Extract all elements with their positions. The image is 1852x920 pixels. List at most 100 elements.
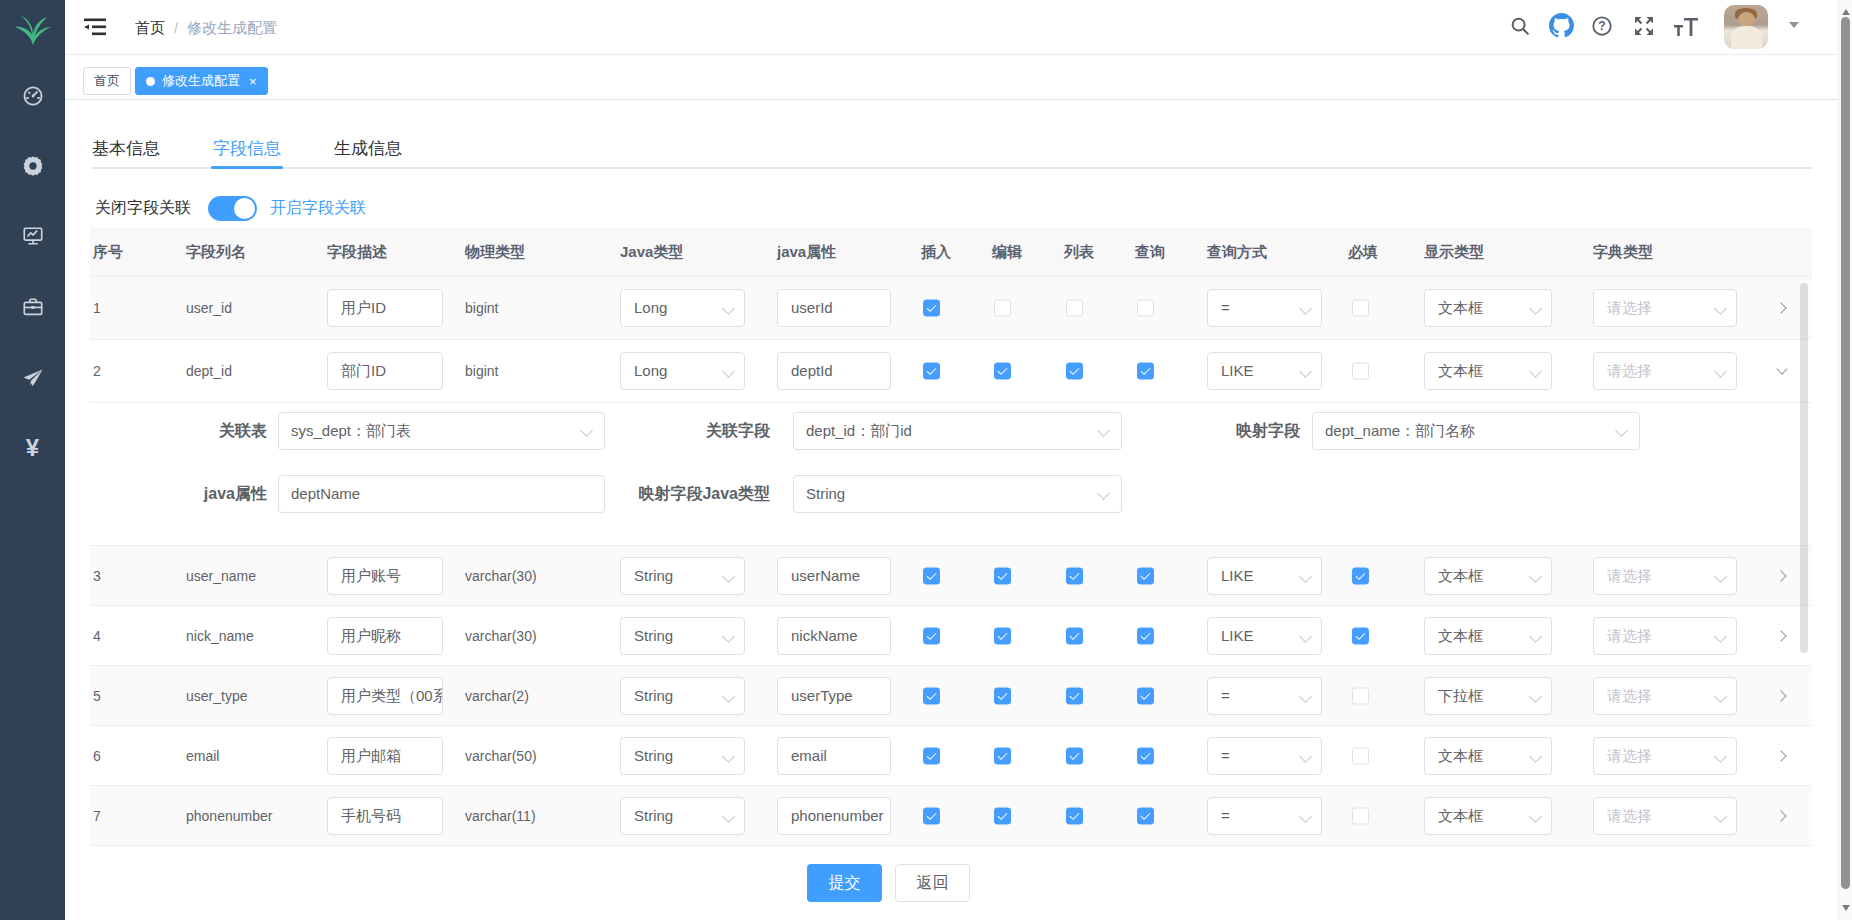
table-scrollbar-thumb[interactable] xyxy=(1800,283,1808,653)
display-type-select[interactable]: 文本框 xyxy=(1424,797,1552,835)
desc-input[interactable]: 用户邮箱 xyxy=(327,737,443,775)
required-checkbox[interactable] xyxy=(1352,567,1369,584)
query-type-select[interactable]: LIKE xyxy=(1207,557,1322,595)
sidebar-item-pay[interactable]: ¥ xyxy=(26,434,39,462)
sidebar-fold-icon[interactable] xyxy=(82,14,108,40)
java-type-select[interactable]: String xyxy=(620,737,745,775)
required-checkbox[interactable] xyxy=(1352,363,1369,380)
sidebar-item-dashboard[interactable] xyxy=(22,85,44,107)
dict-type-select[interactable]: 请选择 xyxy=(1593,289,1737,327)
java-type-select[interactable]: String xyxy=(620,557,745,595)
edit-checkbox[interactable] xyxy=(994,747,1011,764)
fullscreen-icon[interactable] xyxy=(1632,14,1656,38)
expand-arrow-icon[interactable] xyxy=(1775,569,1789,583)
java-type-select[interactable]: Long xyxy=(620,352,745,390)
query-type-select[interactable]: = xyxy=(1207,797,1322,835)
insert-checkbox[interactable] xyxy=(923,807,940,824)
desc-input[interactable]: 用户账号 xyxy=(327,557,443,595)
expand-arrow-icon[interactable] xyxy=(1775,749,1789,763)
font-size-icon[interactable] xyxy=(1673,16,1699,38)
required-checkbox[interactable] xyxy=(1352,300,1369,317)
edit-checkbox[interactable] xyxy=(994,687,1011,704)
required-checkbox[interactable] xyxy=(1352,687,1369,704)
query-checkbox[interactable] xyxy=(1137,627,1154,644)
map-java-type-select[interactable]: String xyxy=(793,475,1122,513)
query-type-select[interactable]: = xyxy=(1207,289,1322,327)
page-scrollbar[interactable] xyxy=(1838,0,1852,920)
list-checkbox[interactable] xyxy=(1066,300,1083,317)
insert-checkbox[interactable] xyxy=(923,627,940,644)
insert-checkbox[interactable] xyxy=(923,567,940,584)
tag-close-icon[interactable]: × xyxy=(249,75,257,88)
avatar[interactable] xyxy=(1724,5,1768,49)
dict-type-select[interactable]: 请选择 xyxy=(1593,797,1737,835)
scrollbar-thumb[interactable] xyxy=(1841,17,1850,889)
insert-checkbox[interactable] xyxy=(923,300,940,317)
map-field-select[interactable]: dept_name：部门名称 xyxy=(1312,412,1640,450)
sidebar-item-job[interactable] xyxy=(21,367,44,390)
help-icon[interactable]: ? xyxy=(1591,15,1613,37)
required-checkbox[interactable] xyxy=(1352,627,1369,644)
query-checkbox[interactable] xyxy=(1137,363,1154,380)
query-checkbox[interactable] xyxy=(1137,300,1154,317)
list-checkbox[interactable] xyxy=(1066,627,1083,644)
search-icon[interactable] xyxy=(1509,15,1531,37)
desc-input[interactable]: 手机号码 xyxy=(327,797,443,835)
required-checkbox[interactable] xyxy=(1352,807,1369,824)
query-checkbox[interactable] xyxy=(1137,807,1154,824)
dict-type-select[interactable]: 请选择 xyxy=(1593,617,1737,655)
sidebar-item-system[interactable] xyxy=(22,155,44,177)
breadcrumb-home[interactable]: 首页 xyxy=(135,19,165,36)
rel-table-select[interactable]: sys_dept：部门表 xyxy=(278,412,605,450)
dict-type-select[interactable]: 请选择 xyxy=(1593,557,1737,595)
query-type-select[interactable]: LIKE xyxy=(1207,617,1322,655)
display-type-select[interactable]: 下拉框 xyxy=(1424,677,1552,715)
query-checkbox[interactable] xyxy=(1137,687,1154,704)
list-checkbox[interactable] xyxy=(1066,687,1083,704)
java-attr-input[interactable]: nickName xyxy=(777,617,891,655)
java-attr-input[interactable]: userName xyxy=(777,557,891,595)
submit-button[interactable]: 提交 xyxy=(807,864,882,902)
tag-home[interactable]: 首页 xyxy=(83,67,131,95)
tab-basic-info[interactable]: 基本信息 xyxy=(92,137,160,160)
display-type-select[interactable]: 文本框 xyxy=(1424,737,1552,775)
insert-checkbox[interactable] xyxy=(923,687,940,704)
query-type-select[interactable]: = xyxy=(1207,737,1322,775)
display-type-select[interactable]: 文本框 xyxy=(1424,352,1552,390)
display-type-select[interactable]: 文本框 xyxy=(1424,617,1552,655)
insert-checkbox[interactable] xyxy=(923,747,940,764)
java-attr-input[interactable]: deptId xyxy=(777,352,891,390)
expand-arrow-icon[interactable] xyxy=(1775,809,1789,823)
edit-checkbox[interactable] xyxy=(994,567,1011,584)
java-attr-field[interactable]: deptName xyxy=(278,475,605,513)
back-button[interactable]: 返回 xyxy=(895,864,970,902)
java-attr-input[interactable]: email xyxy=(777,737,891,775)
edit-checkbox[interactable] xyxy=(994,300,1011,317)
tag-active[interactable]: 修改生成配置 × xyxy=(135,67,268,95)
java-type-select[interactable]: Long xyxy=(620,289,745,327)
list-checkbox[interactable] xyxy=(1066,807,1083,824)
tab-gen-info[interactable]: 生成信息 xyxy=(334,137,402,160)
edit-checkbox[interactable] xyxy=(994,807,1011,824)
caret-down-icon[interactable] xyxy=(1789,22,1799,33)
list-checkbox[interactable] xyxy=(1066,747,1083,764)
java-type-select[interactable]: String xyxy=(620,797,745,835)
field-relation-switch[interactable] xyxy=(208,196,257,221)
display-type-select[interactable]: 文本框 xyxy=(1424,557,1552,595)
dict-type-select[interactable]: 请选择 xyxy=(1593,677,1737,715)
desc-input[interactable]: 部门ID xyxy=(327,352,443,390)
insert-checkbox[interactable] xyxy=(923,363,940,380)
edit-checkbox[interactable] xyxy=(994,627,1011,644)
edit-checkbox[interactable] xyxy=(994,363,1011,380)
sidebar-item-tool[interactable] xyxy=(22,296,44,318)
app-logo-icon[interactable] xyxy=(13,13,53,47)
collapse-arrow-icon[interactable] xyxy=(1775,364,1789,378)
query-checkbox[interactable] xyxy=(1137,567,1154,584)
desc-input[interactable]: 用户昵称 xyxy=(327,617,443,655)
scrollbar-up-arrow[interactable] xyxy=(1842,5,1850,15)
dict-type-select[interactable]: 请选择 xyxy=(1593,737,1737,775)
list-checkbox[interactable] xyxy=(1066,363,1083,380)
sidebar-item-monitor[interactable] xyxy=(22,225,44,247)
query-checkbox[interactable] xyxy=(1137,747,1154,764)
java-attr-input[interactable]: userId xyxy=(777,289,891,327)
